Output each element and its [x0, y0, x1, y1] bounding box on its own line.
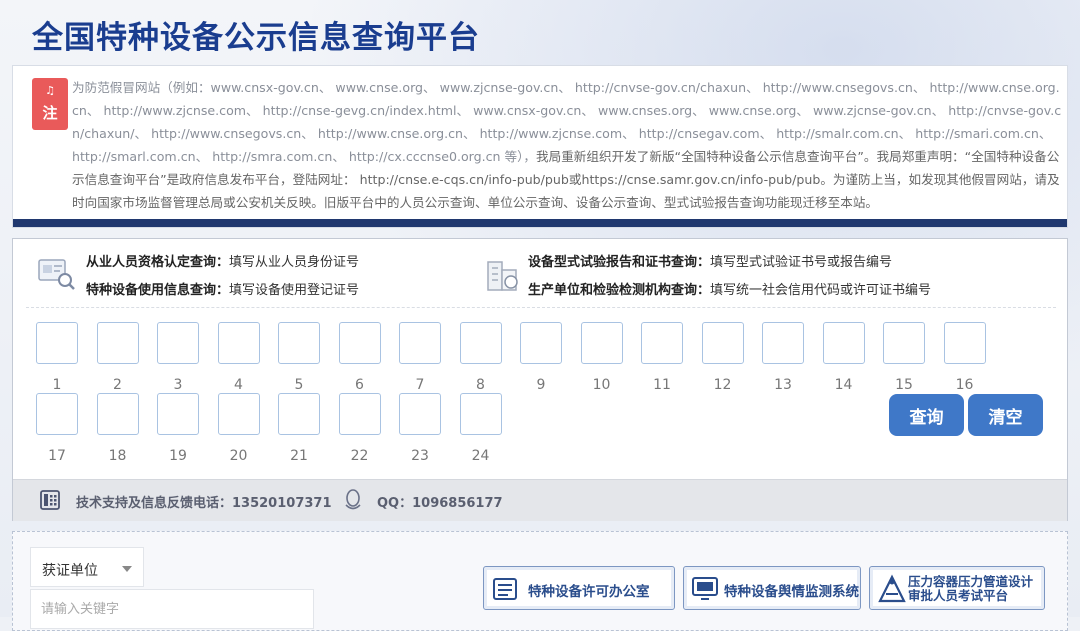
notice-badge: ♫ 注 — [32, 78, 68, 130]
code-cell-15[interactable] — [883, 322, 925, 364]
code-cell-label: 24 — [471, 448, 490, 464]
code-cell-label: 11 — [653, 377, 671, 393]
code-cell-label: 18 — [108, 448, 127, 464]
code-cell-11[interactable] — [641, 322, 683, 364]
license-office-link[interactable]: 特种设备许可办公室 — [483, 566, 675, 610]
code-cell-2[interactable] — [96, 322, 139, 364]
public-opinion-link[interactable]: 特种设备舆情监测系统 — [683, 566, 861, 610]
monitor-icon — [692, 577, 718, 600]
compass-triangle-icon — [878, 574, 906, 603]
notice-bottom-bar — [13, 219, 1067, 227]
bell-icon: ♫ — [45, 84, 55, 97]
notice-lead: 为防范假冒网站（例如： — [72, 80, 211, 95]
query-personnel: 从业人员资格认定查询：填写从业人员身份证号 — [86, 255, 360, 270]
clear-button[interactable]: 清空 — [968, 394, 1043, 436]
code-cell-18[interactable] — [96, 393, 139, 435]
code-cell-14[interactable] — [822, 322, 865, 364]
page-title: 全国特种设备公示信息查询平台 — [32, 20, 480, 56]
code-cell-7[interactable] — [399, 322, 441, 364]
keyword-input[interactable] — [30, 589, 314, 629]
code-cell-label: 10 — [592, 377, 611, 393]
code-cell-label: 21 — [290, 448, 308, 464]
code-cell-label: 15 — [895, 377, 913, 393]
support-qq: QQ：1096856177 — [377, 496, 503, 511]
code-cell-4[interactable] — [217, 322, 260, 364]
document-stack-icon — [493, 578, 517, 600]
panel-divider — [26, 307, 1056, 308]
support-phone: 技术支持及信息反馈电话：13520107371 — [76, 496, 332, 511]
code-cell-label: 2 — [113, 377, 122, 393]
query-equipment-use: 特种设备使用信息查询：填写设备使用登记证号 — [86, 283, 360, 298]
code-cell-label: 1 — [52, 377, 62, 393]
code-cell-label: 17 — [48, 448, 66, 464]
code-cell-label: 16 — [955, 377, 974, 393]
code-cell-16[interactable] — [943, 322, 986, 364]
code-cell-9[interactable] — [520, 322, 562, 364]
code-cell-label: 14 — [834, 377, 853, 393]
code-cell-label: 6 — [355, 377, 364, 393]
query-button[interactable]: 查询 — [889, 394, 964, 436]
code-cell-6[interactable] — [338, 322, 381, 364]
notice-text: 为防范假冒网站（例如：www.cnsx-gov.cn、 www.cnse.org… — [72, 76, 1062, 214]
code-cell-label: 9 — [536, 377, 546, 393]
code-cell-label: 19 — [169, 448, 187, 464]
code-cell-label: 8 — [476, 377, 485, 393]
code-cell-5[interactable] — [278, 322, 320, 364]
code-cell-8[interactable] — [459, 322, 502, 364]
code-cell-19[interactable] — [157, 393, 199, 435]
code-cell-label: 3 — [173, 377, 183, 393]
code-cell-label: 5 — [294, 377, 304, 393]
code-cell-22[interactable] — [338, 393, 381, 435]
id-card-search-icon — [38, 259, 75, 290]
code-cell-3[interactable] — [157, 322, 199, 364]
code-cell-label: 22 — [350, 448, 369, 464]
code-cell-12[interactable] — [701, 322, 744, 364]
pressure-exam-line2: 审批人员考试平台 — [908, 588, 1009, 603]
phone-icon — [40, 490, 60, 510]
code-cell-10[interactable] — [580, 322, 623, 364]
code-cell-label: 12 — [713, 377, 732, 393]
code-cell-20[interactable] — [217, 393, 260, 435]
query-type-test: 设备型式试验报告和证书查询：填写型式试验证书号或报告编号 — [528, 255, 893, 270]
query-manufacturer: 生产单位和检验检测机构查询：填写统一社会信用代码或许可证书编号 — [528, 283, 932, 298]
pressure-exam-link[interactable]: 压力容器压力管道设计 审批人员考试平台 — [869, 566, 1045, 610]
code-cell-label: 23 — [411, 448, 429, 464]
code-cell-1[interactable] — [36, 322, 78, 364]
code-cell-label: 4 — [234, 377, 243, 393]
category-select[interactable]: 获证单位 — [30, 547, 144, 587]
building-icon — [487, 261, 518, 291]
support-bar: 技术支持及信息反馈电话：13520107371 QQ：1096856177 — [13, 479, 1067, 521]
pressure-exam-line1: 压力容器压力管道设计 — [908, 574, 1034, 589]
notice-badge-label: 注 — [42, 104, 58, 122]
code-cell-label: 7 — [415, 377, 425, 393]
code-cell-13[interactable] — [762, 322, 804, 364]
code-cell-24[interactable] — [459, 393, 502, 435]
code-cell-23[interactable] — [399, 393, 441, 435]
chevron-down-icon — [122, 566, 132, 572]
code-cell-label: 13 — [774, 377, 792, 393]
code-cell-17[interactable] — [36, 393, 78, 435]
code-cell-label: 20 — [229, 448, 248, 464]
code-cell-21[interactable] — [278, 393, 320, 435]
qq-icon — [345, 489, 361, 510]
notice-box: ♫ 注 为防范假冒网站（例如：www.cnsx-gov.cn、 www.cnse… — [12, 65, 1068, 228]
